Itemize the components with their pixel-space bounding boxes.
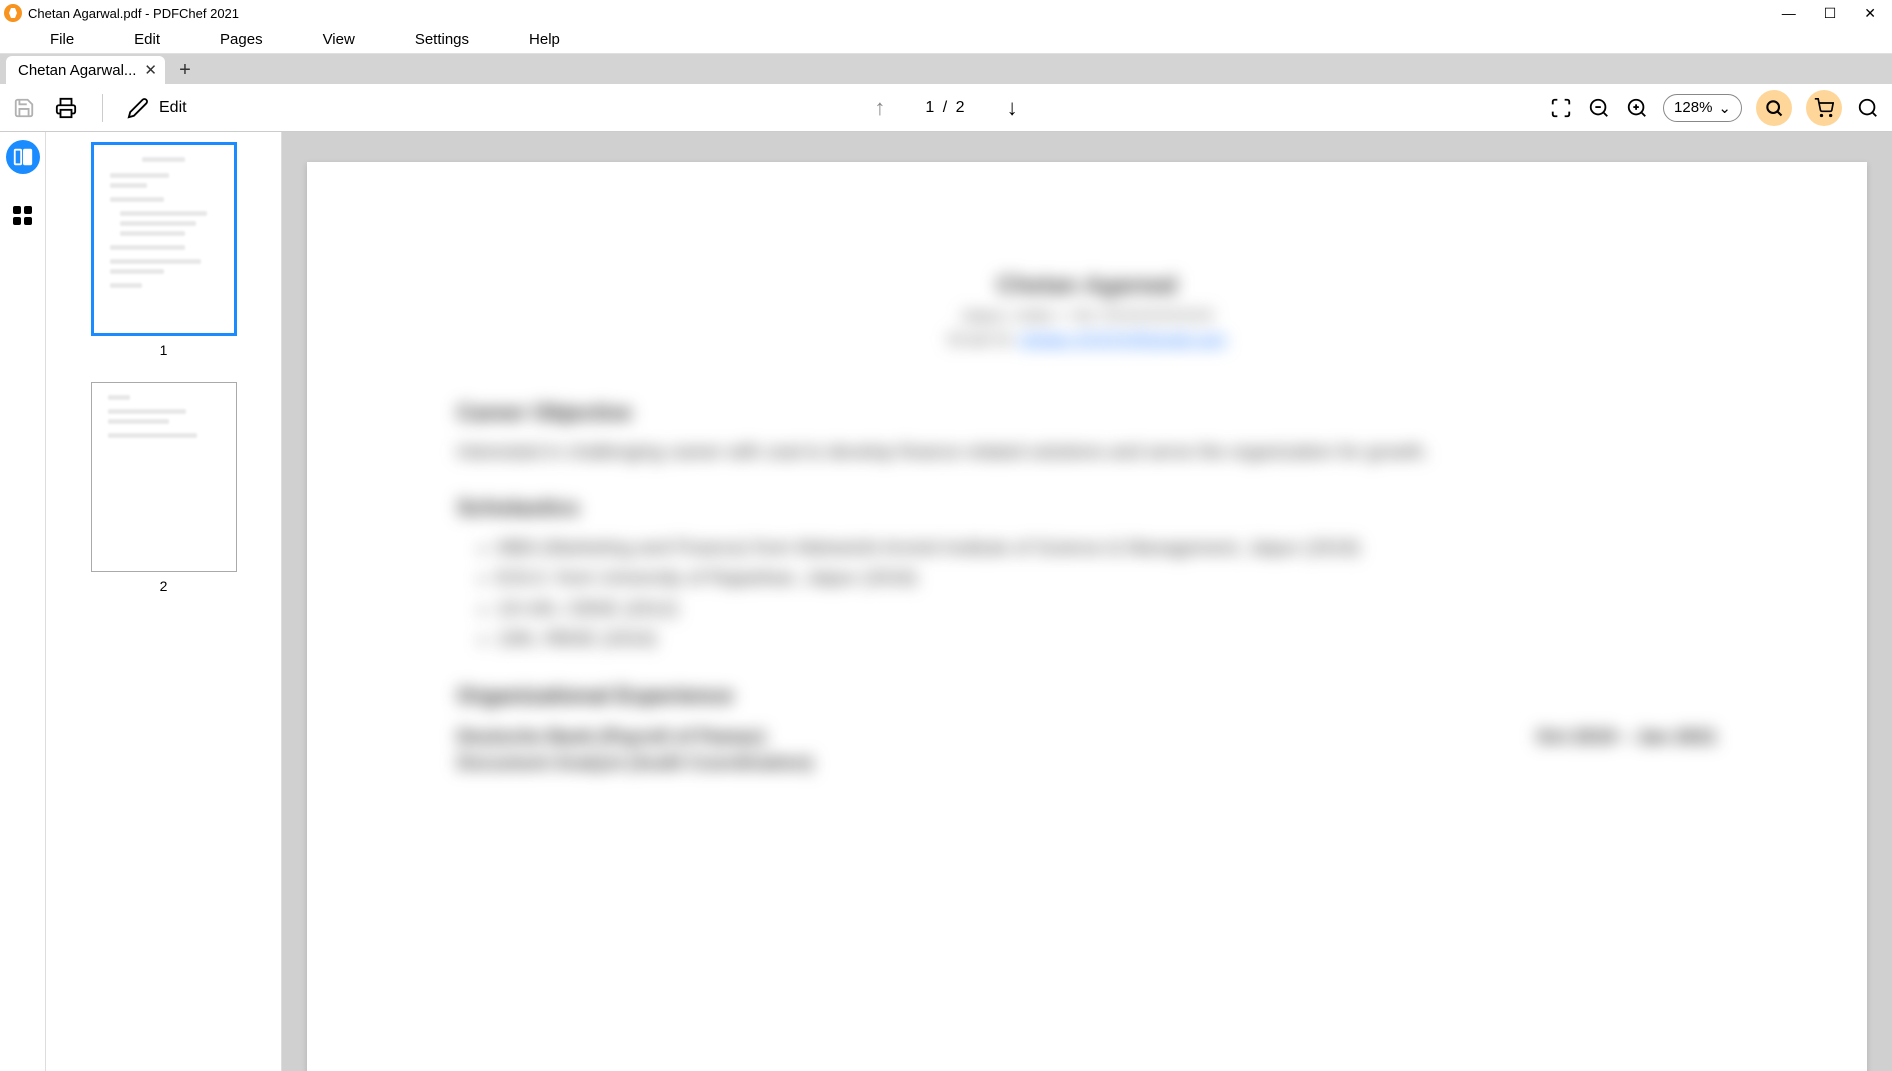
pencil-icon <box>127 97 149 119</box>
experience-role: Document Analyst (Audit Coordination) <box>457 751 1717 778</box>
pages-grid-button[interactable] <box>6 198 40 232</box>
toolbar: Edit ↑ 1 / 2 ↓ 128% ⌄ <box>0 84 1892 132</box>
doc-name: Chetan Agarwal <box>457 272 1717 300</box>
zoom-out-icon[interactable] <box>1587 96 1611 120</box>
window-title: Chetan Agarwal.pdf - PDFChef 2021 <box>28 6 239 21</box>
experience-row: Deutsche Bank (Payroll of Pamac) Oct 201… <box>457 727 1717 749</box>
zoom-in-icon[interactable] <box>1625 96 1649 120</box>
document-tab[interactable]: Chetan Agarwal... ✕ <box>6 56 165 84</box>
tab-label: Chetan Agarwal... <box>18 62 136 79</box>
section-org-experience: Organizational Experience <box>457 683 1717 709</box>
doc-contact: Jaipur, India • +91 XXXXXXXXXX <box>457 306 1717 326</box>
menu-file[interactable]: File <box>20 27 104 52</box>
list-item: B.B.A. from University of Rajasthan, Jai… <box>497 565 1717 594</box>
chevron-down-icon: ⌄ <box>1718 99 1731 117</box>
grid-icon <box>13 206 32 225</box>
menu-settings[interactable]: Settings <box>385 27 499 52</box>
thumbnail-panel: 1 2 <box>46 132 282 1071</box>
prev-page-button[interactable]: ↑ <box>874 95 885 121</box>
thumbnails-panel-button[interactable] <box>6 140 40 174</box>
list-item: MBA (Marketing and Finance) from Maharis… <box>497 535 1717 564</box>
toolbar-separator <box>102 94 103 122</box>
section-career-objective: Career Objective <box>457 400 1717 426</box>
new-tab-button[interactable]: + <box>171 56 199 84</box>
menu-pages[interactable]: Pages <box>190 27 293 52</box>
thumbnail-page-2[interactable] <box>91 382 237 572</box>
thumbnail-page-1[interactable] <box>91 142 237 336</box>
list-item: 10th, RBSE (2010) <box>497 626 1717 655</box>
search-icon[interactable] <box>1856 96 1880 120</box>
left-sidebar <box>0 132 46 1071</box>
next-page-button[interactable]: ↓ <box>1007 95 1018 121</box>
minimize-button[interactable]: — <box>1782 6 1796 20</box>
tab-close-icon[interactable]: ✕ <box>144 61 157 79</box>
title-bar: Chetan Agarwal.pdf - PDFChef 2021 — ☐ ✕ <box>0 0 1892 26</box>
menu-view[interactable]: View <box>293 27 385 52</box>
menu-edit[interactable]: Edit <box>104 27 190 52</box>
main-area: 1 2 Chetan Agarwal Jaipur, India • +91 X… <box>0 132 1892 1071</box>
save-icon[interactable] <box>12 96 36 120</box>
thumbnail-label-2: 2 <box>160 578 168 594</box>
career-text: Interested in challenging career with ze… <box>457 440 1717 467</box>
maximize-button[interactable]: ☐ <box>1824 6 1837 20</box>
doc-email: Email Id: chetan.XXXXX@gmail.com <box>457 330 1717 350</box>
document-viewer[interactable]: Chetan Agarwal Jaipur, India • +91 XXXXX… <box>282 132 1892 1071</box>
close-window-button[interactable]: ✕ <box>1864 6 1876 20</box>
cart-button[interactable] <box>1806 90 1842 126</box>
page-indicator: 1 / 2 <box>925 99 966 117</box>
edit-button[interactable]: Edit <box>127 97 187 119</box>
edit-label: Edit <box>159 99 187 117</box>
find-highlight-button[interactable] <box>1756 90 1792 126</box>
menu-help[interactable]: Help <box>499 27 590 52</box>
fullscreen-icon[interactable] <box>1549 96 1573 120</box>
zoom-dropdown[interactable]: 128% ⌄ <box>1663 94 1742 122</box>
zoom-value: 128% <box>1674 99 1712 116</box>
app-icon <box>4 4 22 22</box>
section-scholastics: Scholastics <box>457 495 1717 521</box>
print-icon[interactable] <box>54 96 78 120</box>
menu-bar: File Edit Pages View Settings Help <box>0 26 1892 54</box>
list-item: 10+2th, CBSE (2012) <box>497 596 1717 625</box>
document-page: Chetan Agarwal Jaipur, India • +91 XXXXX… <box>307 162 1867 1071</box>
tab-bar: Chetan Agarwal... ✕ + <box>0 54 1892 84</box>
thumbnail-label-1: 1 <box>160 342 168 358</box>
scholastics-list: MBA (Marketing and Finance) from Maharis… <box>497 535 1717 655</box>
